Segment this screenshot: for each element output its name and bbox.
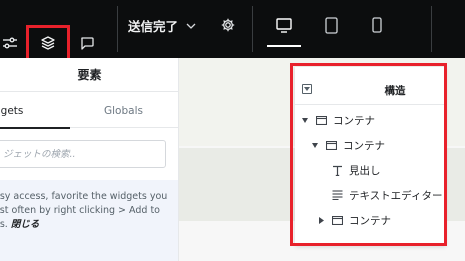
tip-close-link[interactable]: 閉じる	[11, 219, 40, 230]
widget-search-input[interactable]	[0, 140, 166, 168]
top-bar: 送信完了	[0, 0, 465, 61]
widgets-panel: 要素 dgets Globals asy access, favorite th…	[0, 58, 179, 261]
desktop-view-button[interactable]	[267, 14, 301, 47]
navigator-highlight	[290, 63, 447, 246]
chevron-down-icon	[186, 19, 196, 32]
tab-widgets[interactable]: dgets	[0, 94, 70, 129]
tip-line: ost often by right clicking > Add to	[0, 205, 160, 216]
desktop-icon	[276, 17, 292, 37]
comment-icon[interactable]	[76, 32, 98, 54]
tip-line: es. 閉じる	[0, 219, 40, 230]
tab-globals[interactable]: Globals	[104, 94, 143, 128]
layers-button-highlight	[26, 25, 70, 61]
divider	[117, 6, 118, 52]
tablet-view-button[interactable]	[318, 14, 344, 40]
favorites-tip: asy access, favorite the widgets you ost…	[0, 180, 178, 261]
divider	[431, 6, 432, 52]
divider	[252, 6, 253, 52]
panel-title: 要素	[0, 58, 178, 92]
publish-dropdown[interactable]: 送信完了	[128, 14, 196, 36]
mobile-view-button[interactable]	[364, 14, 390, 40]
mobile-icon	[372, 17, 382, 37]
tip-line: asy access, favorite the widgets you	[0, 191, 168, 202]
panel-tabs: dgets Globals	[0, 94, 178, 129]
publish-label: 送信完了	[128, 18, 179, 34]
sliders-icon[interactable]	[0, 32, 20, 54]
gear-icon[interactable]	[218, 15, 238, 35]
tablet-icon	[324, 16, 338, 38]
